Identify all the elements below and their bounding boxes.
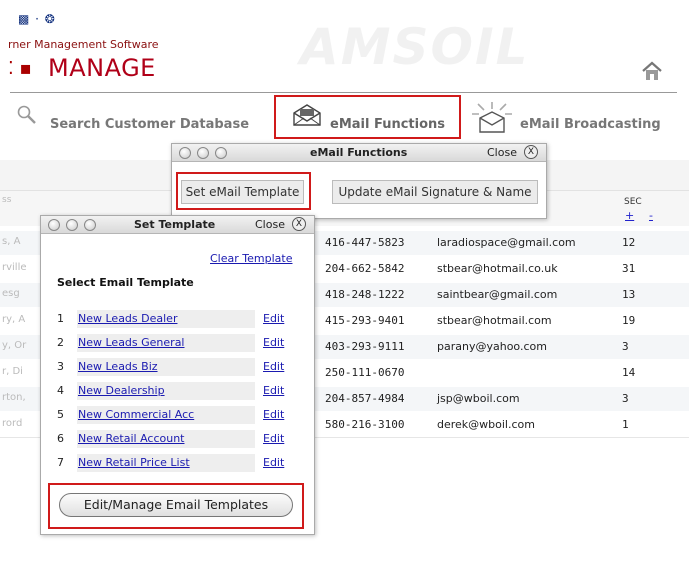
set-template-close-label[interactable]: Close	[255, 218, 285, 231]
nav-search-customer-database[interactable]: Search Customer Database	[50, 117, 249, 132]
email-functions-title: eMail Functions	[310, 146, 408, 159]
home-icon[interactable]	[641, 60, 663, 82]
template-row: 3 New Leads Biz Edit	[55, 357, 299, 377]
close-icon[interactable]: X	[292, 217, 306, 231]
brand-watermark: AMSOIL	[300, 18, 530, 76]
email-functions-titlebar[interactable]: eMail Functions Close X	[172, 144, 546, 162]
clear-template-link[interactable]: Clear Template	[210, 252, 292, 265]
search-icon	[17, 105, 36, 124]
close-icon[interactable]: X	[524, 145, 538, 159]
template-link[interactable]: New Commercial Acc	[78, 408, 194, 421]
set-email-template-button[interactable]: Set eMail Template	[181, 180, 304, 204]
email-functions-window: eMail Functions Close X Set eMail Templa…	[171, 143, 547, 219]
window-button-icon[interactable]	[84, 219, 96, 231]
nav-email-functions-label: eMail Functions	[330, 117, 446, 132]
template-edit-link[interactable]: Edit	[263, 336, 284, 349]
set-template-title: Set Template	[134, 218, 216, 231]
window-button-icon[interactable]	[66, 219, 78, 231]
envelope-icon	[293, 104, 321, 126]
template-row: 1 New Leads Dealer Edit	[55, 309, 299, 329]
template-row: 5 New Commercial Acc Edit	[55, 405, 299, 425]
window-button-icon[interactable]	[48, 219, 60, 231]
template-link[interactable]: New Leads Dealer	[78, 312, 177, 325]
edit-manage-templates-button[interactable]: Edit/Manage Email Templates	[59, 493, 293, 517]
title-bullet: ⁚ ▪	[8, 58, 32, 79]
page-title: MANAGE	[48, 54, 156, 82]
nav-email-broadcasting[interactable]: eMail Broadcasting	[520, 117, 661, 132]
update-signature-button[interactable]: Update eMail Signature & Name	[332, 180, 538, 204]
template-edit-link[interactable]: Edit	[263, 360, 284, 373]
template-row: 6 New Retail Account Edit	[55, 429, 299, 449]
app-subtitle: rner Management Software	[8, 38, 159, 51]
template-edit-link[interactable]: Edit	[263, 432, 284, 445]
sec-sort-ascending[interactable]: +	[625, 209, 634, 222]
template-edit-link[interactable]: Edit	[263, 408, 284, 421]
email-functions-close-label[interactable]: Close	[487, 146, 517, 159]
template-edit-link[interactable]: Edit	[263, 384, 284, 397]
template-link[interactable]: New Retail Price List	[78, 456, 190, 469]
template-row: 2 New Leads General Edit	[55, 333, 299, 353]
template-row: 7 New Retail Price List Edit	[55, 453, 299, 473]
template-link[interactable]: New Leads Biz	[78, 360, 158, 373]
window-button-icon[interactable]	[215, 147, 227, 159]
header-divider	[10, 92, 677, 93]
broadcast-envelope-icon	[472, 102, 512, 133]
template-link[interactable]: New Retail Account	[78, 432, 184, 445]
template-link[interactable]: New Leads General	[78, 336, 185, 349]
template-row: 4 New Dealership Edit	[55, 381, 299, 401]
window-button-icon[interactable]	[179, 147, 191, 159]
template-edit-link[interactable]: Edit	[263, 312, 284, 325]
logo-icon: ▩ · ❂	[18, 12, 56, 26]
window-button-icon[interactable]	[197, 147, 209, 159]
select-template-heading: Select Email Template	[57, 276, 194, 289]
set-template-titlebar[interactable]: Set Template Close X	[41, 216, 314, 234]
name-column-header: ss	[2, 195, 12, 205]
template-edit-link[interactable]: Edit	[263, 456, 284, 469]
sec-column-header: SEC	[624, 197, 642, 207]
sec-sort-descending[interactable]: -	[649, 209, 653, 222]
template-link[interactable]: New Dealership	[78, 384, 165, 397]
